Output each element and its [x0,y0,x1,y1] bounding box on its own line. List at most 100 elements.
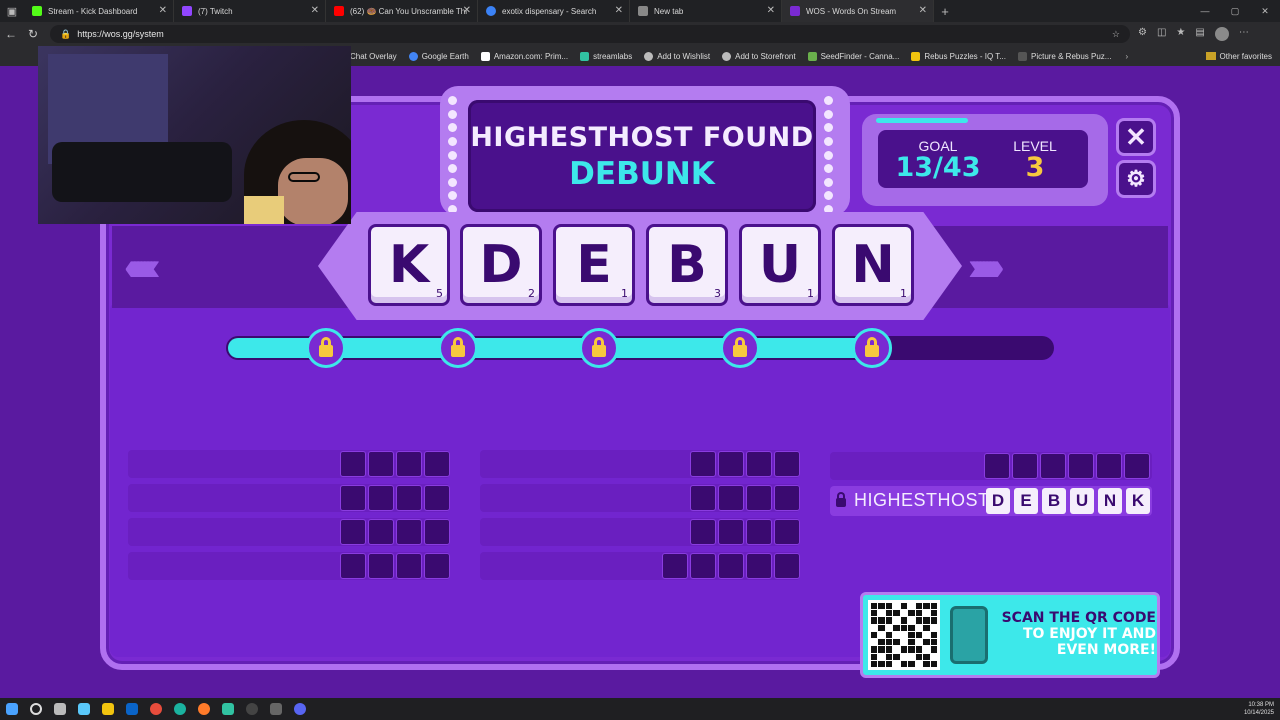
file-explorer-icon[interactable] [96,698,120,720]
window-controls: — ▢ ✕ [1190,6,1280,17]
found-announcement: HIGHESTHOST FOUND [470,122,814,153]
extensions-icon[interactable]: ⚙ [1138,27,1147,41]
lock-icon [592,337,606,357]
tab-kick[interactable]: Stream - Kick Dashboard ✕ [24,0,174,22]
close-tab-icon[interactable]: ✕ [311,5,319,16]
tab-twitch[interactable]: (7) Twitch ✕ [174,0,326,22]
marquee-dots-left [448,96,458,214]
tab-title: WOS - Words On Stream [806,6,897,16]
new-tab-button[interactable]: + [934,4,956,19]
kick-icon [32,6,42,16]
more-menu-icon[interactable]: ⋯ [1239,27,1249,41]
outlook-icon[interactable] [120,698,144,720]
bookmark-storefront[interactable]: Add to Storefront [722,51,796,61]
phone-icon [950,606,988,664]
close-tab-icon[interactable]: ✕ [615,5,623,16]
back-icon[interactable]: ← [0,27,22,41]
close-tab-icon[interactable]: ✕ [919,5,927,16]
bookmark-label: Picture & Rebus Puz... [1030,51,1112,61]
letter-tile: D2 [460,224,542,306]
maximize-icon[interactable]: ▢ [1220,6,1250,17]
chevrons-right-decor: ›››››››› [968,244,1004,289]
bookmark-google-earth[interactable]: Google Earth [408,51,469,61]
tile-letter: B [667,235,707,295]
bookmark-streamlabs[interactable]: streamlabs [580,51,632,61]
iq-icon [911,51,921,61]
browser-tab-bar: ▣ Stream - Kick Dashboard ✕ (7) Twitch ✕… [0,0,1280,22]
clock-time: 10:38 PM [1248,702,1274,708]
lock-icon [733,337,747,357]
discord-icon[interactable] [288,698,312,720]
close-tab-icon[interactable]: ✕ [767,5,775,16]
bookmark-seedfinder[interactable]: SeedFinder - Canna... [807,51,899,61]
close-window-icon[interactable]: ✕ [1250,6,1280,17]
tab-title: Stream - Kick Dashboard [48,6,138,16]
tile-points: 1 [621,287,628,300]
profile-avatar[interactable] [1214,27,1229,41]
tab-wos[interactable]: WOS - Words On Stream ✕ [782,0,934,22]
start-icon[interactable] [0,698,24,720]
bookmark-amazon[interactable]: Amazon.com: Prim... [480,51,569,61]
close-tab-icon[interactable]: ✕ [159,5,167,16]
tile-letter: E [576,235,612,295]
edge-icon[interactable] [168,698,192,720]
close-tab-icon[interactable]: ✕ [463,5,471,16]
chrome-icon[interactable] [144,698,168,720]
task-view-icon[interactable] [48,698,72,720]
copilot-icon[interactable] [72,698,96,720]
firefox-icon[interactable] [192,698,216,720]
collections-icon[interactable]: ▤ [1195,27,1204,41]
bookmark-label: Add to Storefront [735,51,796,61]
search-icon[interactable] [24,698,48,720]
streamlabs-icon [580,51,590,61]
found-letter: N [1098,488,1122,514]
word-slot [128,518,450,546]
webcam-face [278,158,348,224]
wos-icon [790,6,800,16]
tab-youtube[interactable]: (62) 🍩 Can You Unscramble Thi ✕ [326,0,478,22]
tab-new[interactable]: New tab ✕ [630,0,782,22]
obs-icon[interactable] [240,698,264,720]
found-letter: U [1070,488,1094,514]
streamlabs-icon[interactable] [216,698,240,720]
bookmark-picture-rebus[interactable]: Picture & Rebus Puz... [1017,51,1112,61]
bookmark-label: Rebus Puzzles - IQ T... [924,51,1006,61]
webcam-glasses [288,172,320,182]
found-letter: K [1126,488,1150,514]
favorite-star-icon[interactable]: ☆ [1112,29,1120,40]
tile-letter: D [479,235,523,295]
system-clock[interactable]: 10:38 PM 10/14/2025 [1244,701,1274,717]
lock-icon [451,337,465,357]
window-menu-icon[interactable]: ▣ [0,0,24,22]
app-icon[interactable] [264,698,288,720]
webcam-sofa [52,142,232,202]
close-game-button[interactable]: ✕ [1116,118,1156,156]
page-icon [638,6,648,16]
bookmark-wishlist[interactable]: Add to Wishlist [644,51,711,61]
bookmark-chat-overlay[interactable]: Chat Overlay [350,52,397,61]
lock-icon [319,337,333,357]
refresh-icon[interactable]: ↻ [22,27,44,41]
favorites-icon[interactable]: ★ [1176,27,1185,41]
url-input[interactable]: 🔒 https://wos.gg/system ☆ [50,25,1130,43]
close-icon: ✕ [1125,121,1147,152]
twitch-icon [182,6,192,16]
split-icon[interactable]: ◫ [1157,27,1166,41]
bookmark-rebus[interactable]: Rebus Puzzles - IQ T... [911,51,1006,61]
milestone-lock [579,328,619,368]
site-info-icon[interactable]: 🔒 [60,29,71,40]
gear-icon: ⚙ [1126,166,1146,191]
bookmark-label: Add to Wishlist [657,51,711,61]
qr-code[interactable] [868,600,940,670]
other-favorites[interactable]: Other favorites [1205,52,1272,61]
settings-button[interactable]: ⚙ [1116,160,1156,198]
milestone-lock [852,328,892,368]
tab-search[interactable]: exotix dispensary - Search ✕ [478,0,630,22]
found-word: DEBUNK [569,156,715,192]
lock-icon [836,492,848,507]
bookmark-label: Amazon.com: Prim... [493,51,569,61]
tab-title: New tab [654,6,684,16]
chevron-right-icon[interactable]: › [1125,52,1128,61]
tile-points: 1 [900,287,907,300]
minimize-icon[interactable]: — [1190,6,1220,17]
